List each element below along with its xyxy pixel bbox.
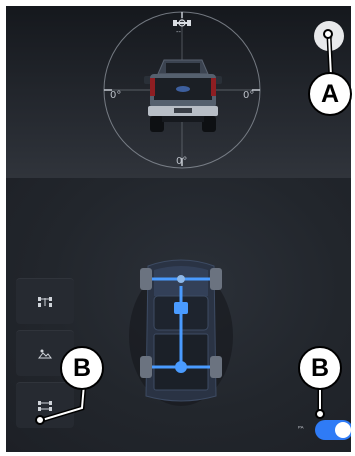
- callout-b-right: B: [298, 346, 342, 390]
- callout-a: A: [308, 72, 352, 116]
- callout-lines: [35, 29, 334, 425]
- callout-b-left: B: [60, 346, 104, 390]
